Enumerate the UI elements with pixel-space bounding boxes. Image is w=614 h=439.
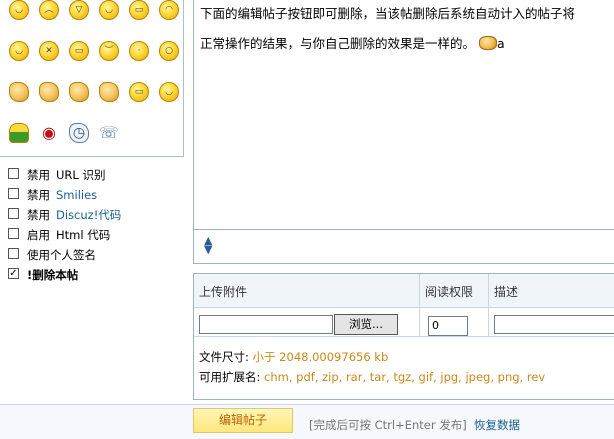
filesize-value: 小于 2048.00097656 kb	[252, 350, 389, 364]
handshake-icon[interactable]	[99, 82, 119, 102]
thinking-icon[interactable]: ·	[129, 41, 149, 61]
extensions-label: 可用扩展名:	[199, 370, 261, 384]
option-label: 禁用 Discuz!代码	[27, 207, 121, 223]
cool-icon[interactable]: ◡	[159, 82, 179, 102]
option-text: URL 识别	[56, 168, 106, 182]
phone-icon[interactable]: ☏	[99, 123, 119, 143]
attachments-panel: 上传附件 阅读权限 描述 浏览... 0 文件尺寸: 小于 2048.00097…	[193, 273, 614, 400]
form-footer: 编辑帖子 [完成后可按 Ctrl+Enter 发布] 恢复数据	[0, 404, 614, 439]
person-icon[interactable]	[9, 123, 29, 143]
option-checkbox[interactable]	[8, 188, 19, 199]
option-prefix: 禁用	[27, 168, 50, 182]
big-grin-icon[interactable]: ▽	[69, 0, 89, 20]
read-permission-input[interactable]: 0	[428, 316, 468, 336]
option-checkbox[interactable]: ✓	[8, 268, 19, 279]
clock-icon[interactable]: ◷	[69, 123, 89, 143]
victory-icon[interactable]	[69, 82, 89, 102]
laugh-icon[interactable]: ▭	[129, 0, 149, 20]
option-text: 使用个人签名	[27, 248, 96, 262]
option-label: 启用 Html 代码	[27, 227, 110, 243]
smile-icon[interactable]: ◡	[9, 0, 29, 20]
lips-icon[interactable]: ◉	[39, 123, 59, 143]
shy-icon[interactable]: ◡	[9, 41, 29, 61]
option-text: !删除本帖	[27, 268, 79, 282]
option-label: 禁用 URL 识别	[27, 167, 105, 183]
submit-hint: [完成后可按 Ctrl+Enter 发布]	[309, 418, 467, 432]
attachment-row: 浏览... 0	[194, 308, 614, 337]
point-left-icon[interactable]	[9, 82, 29, 102]
option-label: 使用个人签名	[27, 247, 96, 263]
col-upload-header: 上传附件	[199, 285, 248, 299]
extensions-info: 可用扩展名: chm, pdf, zip, rar, tar, tgz, gif…	[199, 369, 545, 385]
resize-editor-icon[interactable]: ▲ ▼	[204, 235, 212, 255]
grimace-icon[interactable]: ▭	[129, 82, 149, 102]
edit-post-button[interactable]: 编辑帖子	[193, 408, 293, 433]
extensions-value: chm, pdf, zip, rar, tar, tgz, gif, jpg, …	[264, 370, 546, 384]
editor-line-2: 正常操作的结果，与你自己删除的效果是一样的。 a	[200, 29, 614, 59]
editor-line-1: 下面的编辑帖子按钮即可删除，当该帖删除后系统自动计入的帖子将	[200, 6, 576, 21]
option-prefix: 启用	[27, 228, 50, 242]
editor-resize-bar: ▲ ▼	[193, 230, 614, 264]
attachments-header: 上传附件 阅读权限 描述	[194, 274, 614, 308]
wink-icon[interactable]: ◡	[99, 0, 119, 20]
smiley-panel: ◡ ︵ ▽ ◡ ▭ ◠ ◡ ✕ ▭ ︶ · ○ ▭ ◡ ◉ ◷ ☏	[0, 0, 184, 157]
surprised-icon[interactable]: ○	[159, 41, 179, 61]
angry-icon[interactable]: ✕	[39, 41, 59, 61]
option-checkbox[interactable]	[8, 168, 19, 179]
option-checkbox[interactable]	[8, 248, 19, 259]
option-text: Html 代码	[56, 228, 111, 242]
option-prefix: 禁用	[27, 208, 50, 222]
option-prefix: 禁用	[27, 188, 50, 202]
description-input[interactable]	[494, 315, 614, 334]
editor-line-2-text: 正常操作的结果，与你自己删除的效果是一样的。	[200, 36, 476, 51]
option-checkbox[interactable]	[8, 208, 19, 219]
tongue-icon[interactable]: ◠	[159, 0, 179, 20]
restore-data-link[interactable]: 恢复数据	[474, 417, 520, 433]
option-label: 禁用 Smilies	[27, 187, 97, 203]
cry-icon[interactable]: ︶	[99, 41, 119, 61]
option-text: Discuz!代码	[56, 208, 122, 222]
mad-icon[interactable]: ▭	[69, 41, 89, 61]
col-permission-header: 阅读权限	[425, 285, 474, 299]
col-description-header: 描述	[494, 285, 519, 299]
filesize-label: 文件尺寸:	[199, 350, 249, 364]
editor-line-2-tail: a	[497, 36, 505, 51]
sad-icon[interactable]: ︵	[39, 0, 59, 20]
option-checkbox[interactable]	[8, 228, 19, 239]
filesize-info: 文件尺寸: 小于 2048.00097656 kb	[199, 349, 388, 365]
option-label: !删除本帖	[27, 267, 78, 283]
option-text: Smilies	[56, 188, 98, 202]
file-path-input[interactable]	[199, 315, 333, 334]
message-editor[interactable]: 下面的编辑帖子按钮即可删除，当该帖删除后系统自动计入的帖子将 正常操作的结果，与…	[193, 0, 614, 230]
editor-content[interactable]: 下面的编辑帖子按钮即可删除，当该帖删除后系统自动计入的帖子将 正常操作的结果，与…	[200, 0, 614, 59]
browse-button[interactable]: 浏览...	[334, 314, 398, 335]
handshake-icon	[479, 36, 497, 50]
point-right-icon[interactable]	[39, 82, 59, 102]
